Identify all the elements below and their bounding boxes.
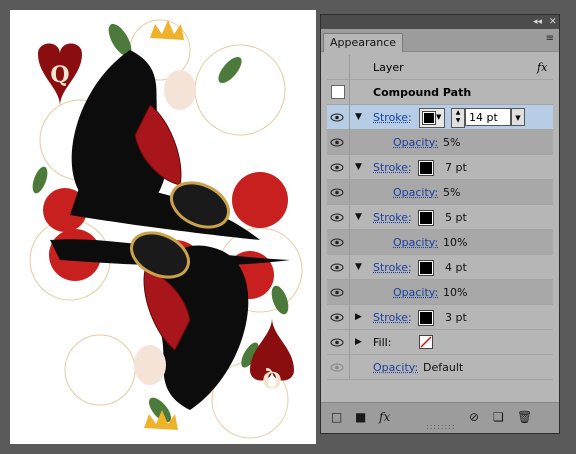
collapse-triangle-icon[interactable]: ▼ — [355, 162, 362, 172]
panel-menu-icon[interactable]: ≡ — [546, 33, 554, 44]
resize-grip[interactable]: :::::::: — [426, 422, 456, 431]
delete-item-icon[interactable]: 🗑 — [517, 410, 532, 424]
chevron-down-icon: ▼ — [436, 113, 442, 121]
weight-stepper[interactable]: ▲ ▼ — [451, 108, 465, 128]
collapse-triangle-icon[interactable]: ▼ — [355, 212, 362, 222]
close-icon[interactable]: ✕ — [549, 16, 557, 28]
eye-icon[interactable] — [329, 330, 345, 355]
stroke-link[interactable]: Stroke: — [373, 311, 412, 324]
eye-icon[interactable] — [329, 230, 345, 255]
appearance-panel: ◂◂ ✕ Appearance ≡ Layer fx Compound Path… — [320, 14, 560, 434]
visibility-cell — [327, 130, 350, 155]
fx-icon[interactable]: fx — [537, 61, 547, 74]
eye-icon[interactable] — [329, 180, 345, 205]
visibility-cell — [327, 55, 350, 80]
expand-triangle-icon[interactable]: ▶ — [355, 312, 362, 322]
stroke-link[interactable]: Stroke: — [373, 161, 412, 174]
opacity-value: 5% — [443, 136, 461, 149]
appearance-list: Layer fx Compound Path ▼ Stroke: ▼ ▲ ▼ 14… — [327, 55, 553, 380]
tab-row: Appearance ≡ — [321, 29, 559, 52]
row-opacity-3[interactable]: Opacity: 10% — [327, 230, 553, 255]
stroke-weight: 3 pt — [445, 311, 467, 324]
row-opacity-4[interactable]: Opacity: 10% — [327, 280, 553, 305]
eye-icon[interactable] — [329, 355, 345, 380]
row-compound-path[interactable]: Compound Path — [327, 80, 553, 105]
opacity-link[interactable]: Opacity: — [393, 236, 438, 249]
visibility-cell — [327, 305, 350, 330]
opacity-value: 10% — [443, 286, 468, 299]
stroke-weight-field[interactable]: 14 pt — [465, 108, 511, 126]
stroke-swatch[interactable] — [418, 310, 434, 326]
no-fill-swatch-icon[interactable] — [419, 335, 433, 349]
tab-appearance[interactable]: Appearance — [323, 33, 404, 52]
row-stroke-2[interactable]: ▼ Stroke: 7 pt — [327, 155, 553, 180]
opacity-value: 5% — [443, 186, 461, 199]
visibility-cell — [327, 255, 350, 280]
stroke-link[interactable]: Stroke: — [373, 111, 412, 124]
eye-icon[interactable] — [329, 205, 345, 230]
row-stroke-4[interactable]: ▼ Stroke: 4 pt — [327, 255, 553, 280]
duplicate-item-icon[interactable]: ❏ — [493, 410, 504, 424]
queen-card-illustration: Q Q — [29, 19, 303, 439]
panel-bottom-toolbar: □ ■ fx ⊘ ❏ 🗑 :::::::: — [321, 402, 559, 433]
layer-label: Layer — [373, 61, 404, 74]
visibility-cell — [327, 280, 350, 305]
row-fill[interactable]: ▶ Fill: — [327, 330, 553, 355]
row-opacity-default[interactable]: Opacity: Default — [327, 355, 553, 380]
path-thumbnail — [331, 85, 345, 99]
weight-dropdown-icon[interactable]: ▼ — [511, 108, 525, 126]
fill-label: Fill: — [373, 336, 392, 349]
row-opacity-1[interactable]: Opacity: 5% — [327, 130, 553, 155]
row-stroke-5[interactable]: ▶ Stroke: 3 pt — [327, 305, 553, 330]
opacity-value: 10% — [443, 236, 468, 249]
collapse-triangle-icon[interactable]: ▼ — [355, 112, 362, 122]
add-new-fill-icon[interactable]: ■ — [355, 410, 366, 424]
stroke-color-dropdown[interactable]: ▼ — [419, 108, 445, 128]
opacity-link[interactable]: Opacity: — [393, 286, 438, 299]
row-stroke-1[interactable]: ▼ Stroke: ▼ ▲ ▼ 14 pt ▼ — [327, 105, 553, 130]
stroke-swatch[interactable] — [418, 160, 434, 176]
visibility-cell — [327, 355, 350, 380]
visibility-cell — [327, 105, 350, 130]
visibility-cell — [327, 230, 350, 255]
stroke-link[interactable]: Stroke: — [373, 261, 412, 274]
eye-icon[interactable] — [329, 280, 345, 305]
stroke-link[interactable]: Stroke: — [373, 211, 412, 224]
collapse-icon[interactable]: ◂◂ — [533, 16, 542, 28]
eye-icon[interactable] — [329, 105, 345, 130]
card-letter-top: Q — [50, 62, 69, 88]
opacity-value: Default — [423, 361, 464, 374]
eye-icon[interactable] — [329, 155, 345, 180]
eye-icon[interactable] — [329, 255, 345, 280]
stroke-weight: 5 pt — [445, 211, 467, 224]
stroke-swatch — [422, 111, 436, 125]
row-opacity-2[interactable]: Opacity: 5% — [327, 180, 553, 205]
visibility-cell — [327, 180, 350, 205]
expand-triangle-icon[interactable]: ▶ — [355, 337, 362, 347]
panel-title-bar[interactable]: ◂◂ ✕ — [321, 15, 559, 29]
opacity-link[interactable]: Opacity: — [393, 136, 438, 149]
row-stroke-3[interactable]: ▼ Stroke: 5 pt — [327, 205, 553, 230]
add-new-effect-icon[interactable]: fx — [379, 410, 390, 424]
collapse-triangle-icon[interactable]: ▼ — [355, 262, 362, 272]
stroke-weight: 4 pt — [445, 261, 467, 274]
card-letter-bottom: Q — [262, 366, 281, 392]
visibility-cell — [327, 330, 350, 355]
clear-appearance-icon[interactable]: ⊘ — [469, 410, 479, 424]
eye-icon[interactable] — [329, 305, 345, 330]
visibility-cell — [327, 205, 350, 230]
visibility-cell — [327, 155, 350, 180]
artboard[interactable]: Q Q — [10, 10, 316, 444]
stroke-swatch[interactable] — [418, 210, 434, 226]
row-layer[interactable]: Layer fx — [327, 55, 553, 80]
stroke-swatch[interactable] — [418, 260, 434, 276]
compound-path-label: Compound Path — [373, 86, 472, 99]
opacity-link[interactable]: Opacity: — [393, 186, 438, 199]
eye-icon[interactable] — [329, 130, 345, 155]
stroke-weight: 7 pt — [445, 161, 467, 174]
opacity-link[interactable]: Opacity: — [373, 361, 418, 374]
add-new-stroke-icon[interactable]: □ — [331, 410, 342, 424]
